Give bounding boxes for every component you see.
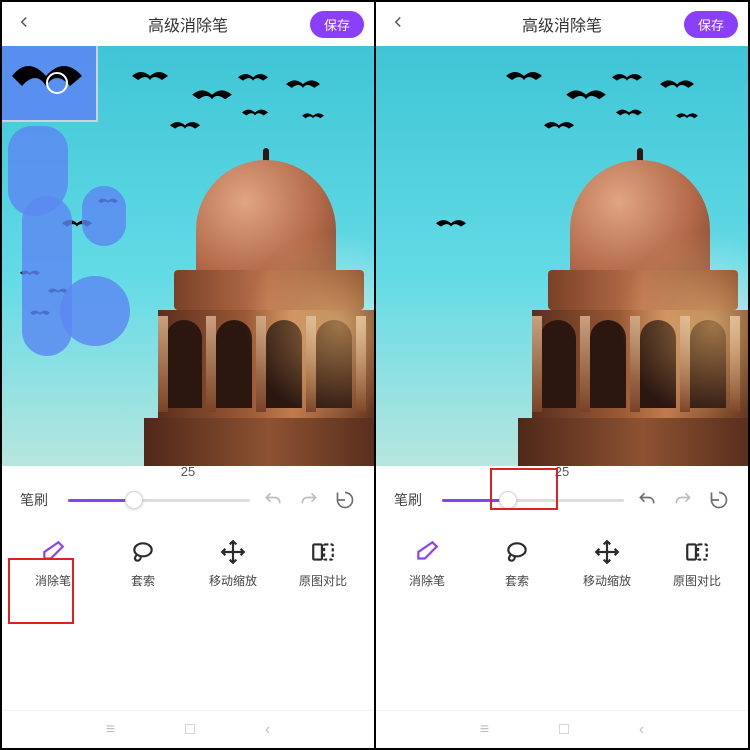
- move-icon: [219, 538, 247, 566]
- edit-canvas[interactable]: [2, 46, 374, 466]
- brush-slider[interactable]: [68, 499, 250, 502]
- tool-label: 移动缩放: [583, 572, 631, 589]
- tool-row: 消除笔 套索 移动缩放 原图对比: [376, 526, 748, 605]
- back-button[interactable]: [386, 11, 410, 37]
- recent-apps-button[interactable]: ≡: [480, 721, 489, 739]
- home-button[interactable]: □: [559, 721, 569, 739]
- tool-label: 消除笔: [409, 572, 445, 589]
- brush-slider[interactable]: [442, 499, 624, 502]
- brush-label: 笔刷: [20, 490, 56, 510]
- eraser-icon: [413, 538, 441, 566]
- brush-cursor-icon: [46, 72, 68, 94]
- tool-label: 套索: [505, 572, 529, 589]
- redo-button[interactable]: [298, 489, 320, 511]
- compare-icon: [309, 538, 337, 566]
- brush-stroke: [22, 196, 72, 356]
- reset-button[interactable]: [708, 489, 730, 511]
- brush-slider-row: 25 笔刷: [376, 466, 748, 526]
- brush-value: 25: [376, 464, 748, 479]
- tool-label: 原图对比: [299, 572, 347, 589]
- topbar: 高级消除笔 保存: [376, 2, 748, 46]
- tool-lasso[interactable]: 套索: [108, 538, 178, 589]
- tool-lasso[interactable]: 套索: [482, 538, 552, 589]
- tool-move[interactable]: 移动缩放: [572, 538, 642, 589]
- eraser-icon: [39, 538, 67, 566]
- tool-eraser[interactable]: 消除笔: [18, 538, 88, 589]
- redo-button[interactable]: [672, 489, 694, 511]
- comparison-wrapper: 高级消除笔 保存: [0, 0, 750, 750]
- android-nav: ≡ □ ‹: [376, 710, 748, 748]
- brush-preview-inset: [2, 46, 98, 122]
- tool-eraser[interactable]: 消除笔: [392, 538, 462, 589]
- home-button[interactable]: □: [185, 721, 195, 739]
- reset-button[interactable]: [334, 489, 356, 511]
- brush-slider-row: 25 笔刷: [2, 466, 374, 526]
- tool-row: 消除笔 套索 移动缩放 原图对比: [2, 526, 374, 605]
- screen-left: 高级消除笔 保存: [2, 2, 376, 748]
- back-nav-button[interactable]: ‹: [265, 721, 270, 739]
- tool-compare[interactable]: 原图对比: [288, 538, 358, 589]
- move-icon: [593, 538, 621, 566]
- brush-slider-knob[interactable]: [125, 491, 143, 509]
- brush-label: 笔刷: [394, 490, 430, 510]
- tool-move[interactable]: 移动缩放: [198, 538, 268, 589]
- photo-subject: [124, 140, 374, 466]
- photo-subject: [498, 140, 748, 466]
- lasso-icon: [129, 538, 157, 566]
- tool-label: 移动缩放: [209, 572, 257, 589]
- save-button[interactable]: 保存: [310, 11, 364, 38]
- brush-stroke: [60, 276, 130, 346]
- back-nav-button[interactable]: ‹: [639, 721, 644, 739]
- topbar: 高级消除笔 保存: [2, 2, 374, 46]
- tool-label: 原图对比: [673, 572, 721, 589]
- brush-slider-knob[interactable]: [499, 491, 517, 509]
- tool-label: 消除笔: [35, 572, 71, 589]
- tool-label: 套索: [131, 572, 155, 589]
- edit-canvas[interactable]: [376, 46, 748, 466]
- recent-apps-button[interactable]: ≡: [106, 721, 115, 739]
- lasso-icon: [503, 538, 531, 566]
- tool-compare[interactable]: 原图对比: [662, 538, 732, 589]
- back-button[interactable]: [12, 11, 36, 37]
- brush-stroke: [82, 186, 126, 246]
- undo-button[interactable]: [262, 489, 284, 511]
- save-button[interactable]: 保存: [684, 11, 738, 38]
- compare-icon: [683, 538, 711, 566]
- screen-right: 高级消除笔 保存 25 笔刷: [376, 2, 748, 748]
- undo-button[interactable]: [636, 489, 658, 511]
- brush-value: 25: [2, 464, 374, 479]
- android-nav: ≡ □ ‹: [2, 710, 374, 748]
